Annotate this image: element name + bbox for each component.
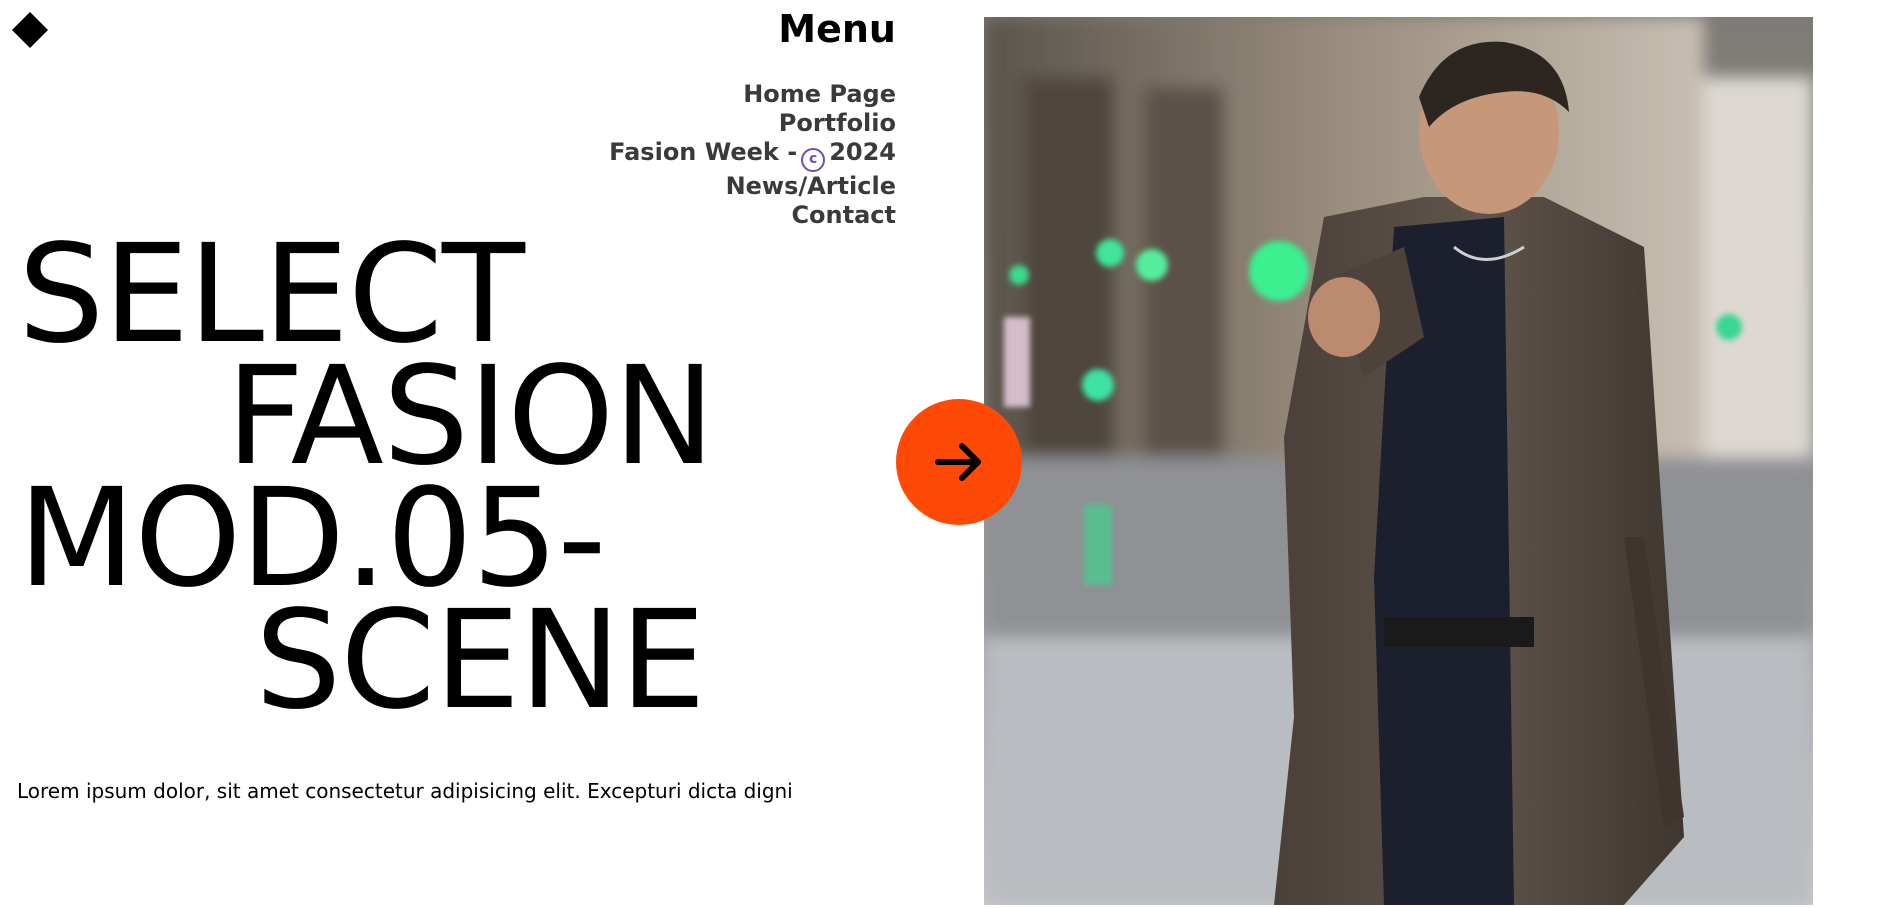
nav-item-fasion-week[interactable]: Fasion Week - c 2024 — [560, 138, 896, 172]
main-nav: Home Page Portfolio Fasion Week - c 2024 N… — [560, 80, 896, 230]
nav-item-contact[interactable]: Contact — [560, 201, 896, 230]
nav-item-portfolio[interactable]: Portfolio — [560, 109, 896, 138]
nav-item-home-page[interactable]: Home Page — [560, 80, 896, 109]
diamond-logo-icon[interactable] — [11, 11, 49, 49]
arrow-right-icon — [935, 443, 981, 481]
hero-headline: SELECT FASION MOD.05- SCENE — [18, 227, 715, 740]
nav-item-news-article[interactable]: News/Article — [560, 172, 896, 201]
menu-title: Menu — [778, 7, 896, 51]
landing-page: Menu Home Page Portfolio Fasion Week -c2… — [0, 0, 1891, 908]
copyright-circle-icon: c — [801, 148, 826, 172]
nav-item-fasion-week-year: 2024 — [829, 138, 896, 166]
nav-item-fasion-week-label: Fasion Week - — [609, 138, 798, 166]
photo-illustration — [984, 17, 1813, 905]
hero-photo — [984, 17, 1813, 905]
hero-line-4: SCENE — [255, 582, 706, 740]
hero-description: Lorem ipsum dolor, sit amet consectetur … — [17, 779, 793, 803]
next-arrow-button[interactable] — [896, 399, 1022, 525]
